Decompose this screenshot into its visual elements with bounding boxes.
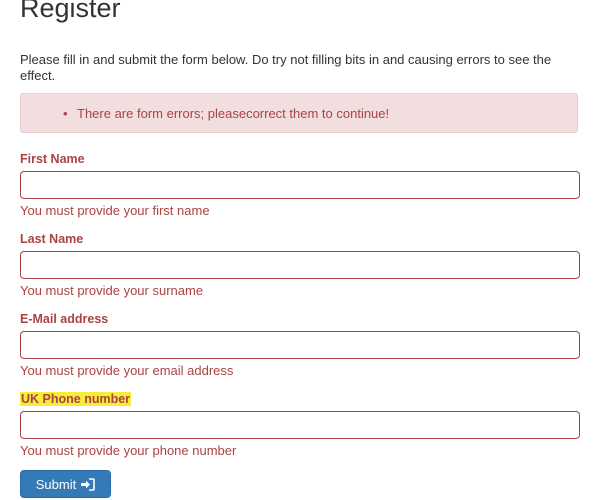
error-list-item: There are form errors; pleasecorrect the…: [77, 106, 390, 121]
page-title: Register: [20, 0, 121, 23]
last-name-label: Last Name: [20, 232, 84, 246]
email-label: E-Mail address: [20, 312, 109, 326]
first-name-label: First Name: [20, 152, 85, 166]
register-page: Register Please fill in and submit the f…: [0, 0, 600, 500]
first-name-input[interactable]: [20, 171, 580, 199]
phone-label: UK Phone number: [20, 391, 132, 407]
email-error: You must provide your email address: [20, 363, 234, 378]
last-name-input[interactable]: [20, 251, 580, 279]
submit-label: Submit: [35, 476, 77, 492]
phone-error: You must provide your phone number: [20, 443, 237, 458]
submit-button[interactable]: Submit: [20, 470, 111, 498]
sign-in-icon: [81, 477, 96, 491]
bullet-icon: •: [63, 106, 68, 121]
error-alert: • There are form errors; pleasecorrect t…: [20, 93, 578, 133]
phone-input[interactable]: [20, 411, 580, 439]
last-name-error: You must provide your surname: [20, 283, 204, 298]
intro-text: Please fill in and submit the form below…: [20, 52, 552, 83]
first-name-error: You must provide your first name: [20, 203, 210, 218]
phone-label-text: UK Phone number: [20, 392, 132, 406]
email-input[interactable]: [20, 331, 580, 359]
